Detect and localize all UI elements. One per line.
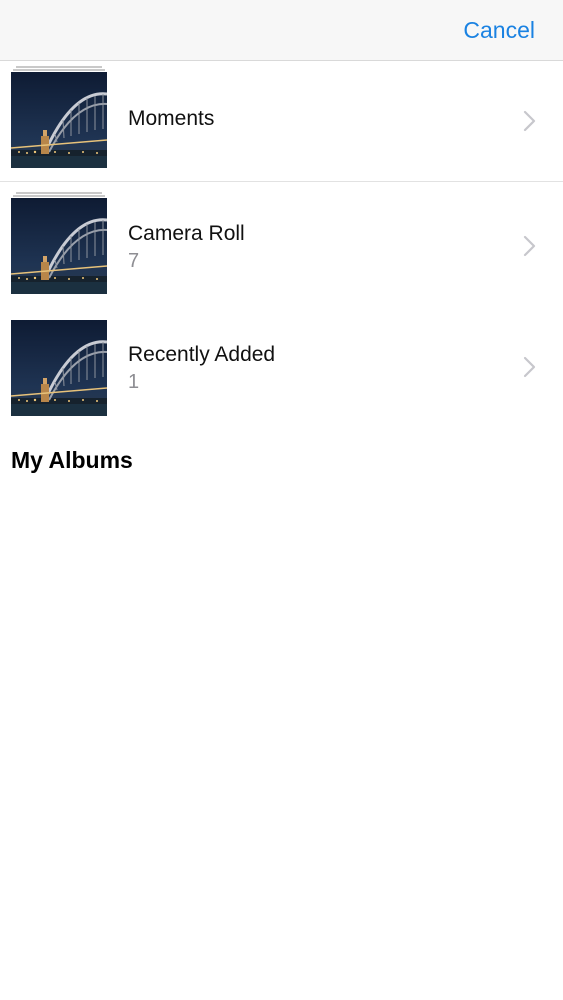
album-row-recently-added[interactable]: Recently Added 1 (0, 303, 563, 423)
my-albums-heading: My Albums (11, 447, 133, 473)
album-title: Recently Added (128, 343, 276, 366)
album-thumbnail (11, 320, 107, 416)
album-count: 1 (128, 371, 140, 393)
bridge-photo-thumbnail (11, 198, 107, 294)
album-thumbnail-stack (11, 192, 107, 294)
chevron-right-icon (523, 110, 536, 132)
chevron-right-icon (523, 235, 536, 257)
album-row-moments[interactable]: Moments (0, 62, 563, 181)
album-title: Camera Roll (128, 222, 245, 245)
cancel-button[interactable]: Cancel (463, 17, 535, 44)
album-row-camera-roll[interactable]: Camera Roll 7 (0, 182, 563, 303)
navigation-bar: Cancel (0, 0, 563, 61)
album-count: 7 (128, 250, 140, 272)
album-title: Moments (128, 107, 215, 130)
bridge-photo-thumbnail (11, 320, 107, 416)
bridge-photo-thumbnail (11, 72, 107, 168)
album-thumbnail-stack (11, 66, 107, 168)
chevron-right-icon (523, 356, 536, 378)
